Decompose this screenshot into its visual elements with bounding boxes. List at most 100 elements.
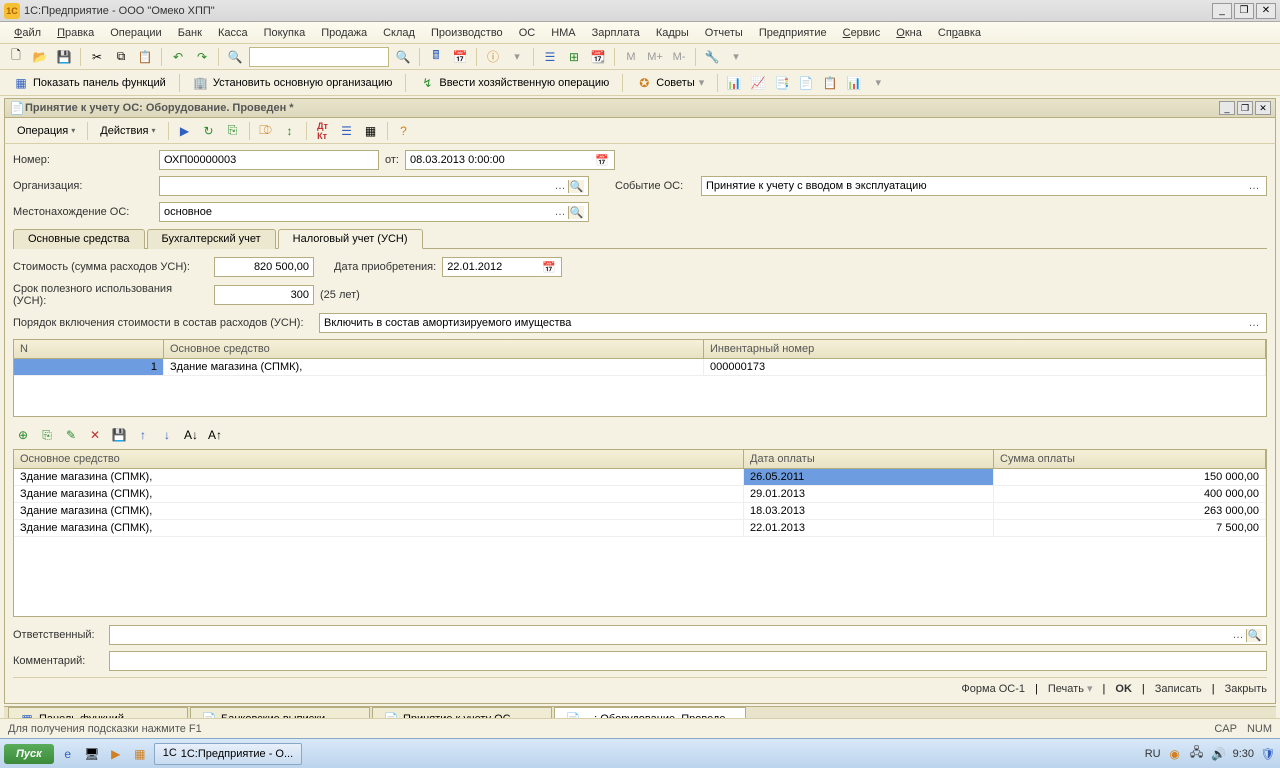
struct-icon[interactable]: ⎄	[256, 121, 276, 141]
number-input[interactable]: ОХП00000003	[159, 150, 379, 170]
resp-select-icon[interactable]: …	[1230, 629, 1246, 642]
enter-op-button[interactable]: ↯Ввести хозяйственную операцию	[412, 72, 616, 94]
calendar-icon[interactable]: 📅	[450, 47, 470, 67]
tab-accounting[interactable]: Бухгалтерский учет	[147, 229, 276, 249]
set-org-button[interactable]: 🏢Установить основную организацию	[186, 72, 400, 94]
doc-restore-button[interactable]: ❐	[1237, 101, 1253, 115]
report2-icon[interactable]: 📈	[748, 73, 768, 93]
loc-select-icon[interactable]: …	[552, 206, 568, 219]
repost-icon[interactable]: ↻	[199, 121, 219, 141]
event-select-icon[interactable]: …	[1246, 180, 1262, 192]
resp-input[interactable]: …🔍	[109, 625, 1267, 645]
quick-ie-icon[interactable]: e	[58, 744, 78, 764]
quick-tc-icon[interactable]: ▦	[130, 744, 150, 764]
save-icon[interactable]: 💾	[54, 47, 74, 67]
payment-row[interactable]: Здание магазина (СПМК), 18.03.2013 263 0…	[14, 503, 1266, 520]
org-input[interactable]: …🔍	[159, 176, 589, 196]
search-combo[interactable]	[249, 47, 389, 67]
paste-icon[interactable]: 📋	[135, 47, 155, 67]
org-select-icon[interactable]: …	[552, 180, 568, 193]
order-input[interactable]: Включить в состав амортизируемого имущес…	[319, 313, 1267, 333]
save-row-icon[interactable]: 💾	[109, 425, 129, 445]
dtkr-icon[interactable]: ДтКт	[313, 121, 333, 141]
open-icon[interactable]: 📂	[30, 47, 50, 67]
menu-production[interactable]: Производство	[423, 24, 511, 42]
menu-storage[interactable]: Склад	[375, 24, 423, 42]
menu-operations[interactable]: Операции	[102, 24, 169, 42]
new-icon[interactable]: 🗋	[6, 47, 26, 67]
mark-mminus-icon[interactable]: M-	[669, 47, 689, 67]
acq-calendar-icon[interactable]: 📅	[541, 261, 557, 274]
settings-icon[interactable]: 🔧	[702, 47, 722, 67]
col-pay-date[interactable]: Дата оплаты	[744, 450, 994, 468]
menu-hr[interactable]: Кадры	[648, 24, 697, 42]
col-pay-asset[interactable]: Основное средство	[14, 450, 744, 468]
drop3-icon[interactable]: ▾	[868, 73, 888, 93]
ok-button[interactable]: OK	[1115, 683, 1132, 695]
doc-close-button[interactable]: ✕	[1255, 101, 1271, 115]
menu-file[interactable]: Файл	[6, 24, 49, 42]
event-input[interactable]: Принятие к учету с вводом в эксплуатацию…	[701, 176, 1267, 196]
comment-input[interactable]	[109, 651, 1267, 671]
menu-service[interactable]: Сервис	[835, 24, 889, 42]
menu-enterprise[interactable]: Предприятие	[751, 24, 835, 42]
start-button[interactable]: Пуск	[4, 744, 54, 764]
col-n[interactable]: N	[14, 340, 164, 358]
payment-row[interactable]: Здание магазина (СПМК), 26.05.2011 150 0…	[14, 469, 1266, 486]
report6-icon[interactable]: 📊	[844, 73, 864, 93]
asset-row[interactable]: 1 Здание магазина (СПМК), 000000173	[14, 359, 1266, 376]
resp-search-icon[interactable]: 🔍	[1246, 629, 1262, 642]
cost-input[interactable]: 820 500,00	[214, 257, 314, 277]
list-icon[interactable]: ☰	[540, 47, 560, 67]
menu-nma[interactable]: НМА	[543, 24, 583, 42]
menu-windows[interactable]: Окна	[888, 24, 930, 42]
print-dropdown[interactable]: Печать ▾	[1048, 682, 1093, 695]
report4-icon[interactable]: 📄	[796, 73, 816, 93]
add-row-icon[interactable]: ⊕	[13, 425, 33, 445]
payments-grid[interactable]: Основное средство Дата оплаты Сумма опла…	[13, 449, 1267, 617]
lang-indicator[interactable]: RU	[1145, 748, 1161, 760]
calendar-picker-icon[interactable]: 📅	[594, 154, 610, 167]
move-icon[interactable]: ↕	[280, 121, 300, 141]
props-icon[interactable]: ▦	[361, 121, 381, 141]
org-search-icon[interactable]: 🔍	[568, 180, 584, 193]
tab-main-assets[interactable]: Основные средства	[13, 229, 145, 249]
edit-row-icon[interactable]: ✎	[61, 425, 81, 445]
loc-input[interactable]: основное …🔍	[159, 202, 589, 222]
task-1c[interactable]: 1C1С:Предприятие - О...	[154, 743, 302, 765]
tray-icon-1[interactable]: ◉	[1167, 746, 1183, 762]
menu-os[interactable]: ОС	[511, 24, 544, 42]
mark-mplus-icon[interactable]: M+	[645, 47, 665, 67]
info-icon[interactable]: ⓘ	[483, 47, 503, 67]
search-next-icon[interactable]: 🔍	[393, 47, 413, 67]
post-icon[interactable]: ▶	[175, 121, 195, 141]
close-button[interactable]: Закрыть	[1225, 683, 1267, 695]
assets-grid[interactable]: N Основное средство Инвентарный номер 1 …	[13, 339, 1267, 417]
move-down-icon[interactable]: ↓	[157, 425, 177, 445]
quick-desktop-icon[interactable]: 🖥	[82, 744, 102, 764]
show-panel-button[interactable]: ▦Показать панель функций	[6, 72, 173, 94]
date-input[interactable]: 08.03.2013 0:00:00📅	[405, 150, 615, 170]
cut-icon[interactable]: ✂	[87, 47, 107, 67]
tree-icon[interactable]: ⊞	[564, 47, 584, 67]
form-icon[interactable]: ☰	[337, 121, 357, 141]
menu-sale[interactable]: Продажа	[313, 24, 375, 42]
col-pay-sum[interactable]: Сумма оплаты	[994, 450, 1266, 468]
menu-purchase[interactable]: Покупка	[256, 24, 314, 42]
acq-input[interactable]: 22.01.2012📅	[442, 257, 562, 277]
tab-tax-usn[interactable]: Налоговый учет (УСН)	[278, 229, 423, 249]
menu-reports[interactable]: Отчеты	[697, 24, 751, 42]
col-asset[interactable]: Основное средство	[164, 340, 704, 358]
sort-desc-icon[interactable]: A↑	[205, 425, 225, 445]
calc-icon[interactable]: 🖩	[426, 47, 446, 67]
copy-icon[interactable]: ⧉	[111, 47, 131, 67]
report5-icon[interactable]: 📋	[820, 73, 840, 93]
copy-row-icon[interactable]: ⎘	[37, 425, 57, 445]
payment-row[interactable]: Здание магазина (СПМК), 29.01.2013 400 0…	[14, 486, 1266, 503]
restore-button[interactable]: ❐	[1234, 3, 1254, 19]
minimize-button[interactable]: _	[1212, 3, 1232, 19]
period-icon[interactable]: 📆	[588, 47, 608, 67]
mark-m-icon[interactable]: M	[621, 47, 641, 67]
operation-dropdown[interactable]: Операция▾	[11, 123, 81, 139]
tray-network-icon[interactable]: 🖧	[1189, 746, 1205, 762]
